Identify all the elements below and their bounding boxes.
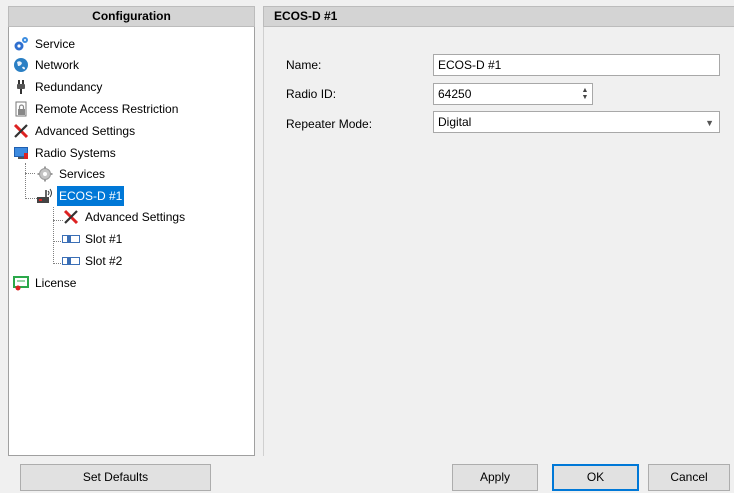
plug-icon [12,78,30,96]
tree-item-label: Advanced Settings [85,210,186,224]
tree-item-label: License [35,276,77,290]
gear-icon [12,35,30,53]
tools-icon [12,122,30,140]
tree-item-label: Services [59,167,106,181]
set-defaults-button[interactable]: Set Defaults [20,464,211,491]
radio-id-label: Radio ID: [286,87,337,101]
monitor-icon [12,144,30,162]
repeater-mode-value: Digital [438,115,472,129]
tree-item-ecos-advanced-settings[interactable]: Advanced Settings [62,207,187,227]
lock-document-icon [12,100,30,118]
tree-item-label: ECOS-D #1 [57,186,125,206]
tree-item-slot-1[interactable]: Slot #1 [62,229,124,249]
name-field[interactable] [433,54,720,76]
tree-item-redundancy[interactable]: Redundancy [12,77,104,97]
globe-icon [12,56,30,74]
tree-item-label: Radio Systems [35,146,116,160]
name-label: Name: [286,58,322,72]
tree-connector [53,207,54,264]
tree-item-label: Redundancy [35,80,103,94]
tree-item-ecos-d-1[interactable]: ECOS-D #1 [36,186,125,206]
tree-item-advanced-settings[interactable]: Advanced Settings [12,121,137,141]
configuration-tree[interactable]: Service Network Redundancy Remote Access… [8,27,255,456]
radio-id-stepper[interactable]: 64250 ▲ ▼ [433,83,593,105]
license-icon [12,274,30,292]
panel-title: ECOS-D #1 [263,6,734,27]
tree-item-label: Remote Access Restriction [35,102,179,116]
repeater-mode-select[interactable]: Digital ▼ [433,111,720,133]
tree-item-label: Slot #1 [85,232,123,246]
tree-item-label: Network [35,58,80,72]
apply-button[interactable]: Apply [452,464,538,491]
configuration-header: Configuration [8,6,255,27]
tree-item-radio-systems[interactable]: Radio Systems [12,143,118,163]
tree-item-service[interactable]: Service [12,34,77,54]
gear-icon [36,165,54,183]
tools-icon [62,208,80,226]
tree-item-label: Advanced Settings [35,124,136,138]
tree-connector [25,173,35,174]
tree-item-network[interactable]: Network [12,55,81,75]
slot-icon [62,230,80,248]
tree-item-license[interactable]: License [12,273,78,293]
ok-button[interactable]: OK [552,464,639,491]
tree-item-label: Service [35,37,76,51]
chevron-down-icon[interactable]: ▼ [705,113,714,133]
tree-item-services[interactable]: Services [36,164,107,184]
tree-connector [25,163,26,199]
cancel-button[interactable]: Cancel [648,464,730,491]
tree-item-label: Slot #2 [85,254,123,268]
radio-id-value: 64250 [438,87,472,101]
tree-item-remote-access-restriction[interactable]: Remote Access Restriction [12,99,180,119]
tree-item-slot-2[interactable]: Slot #2 [62,251,124,271]
slot-icon [62,252,80,270]
repeater-icon [36,187,54,205]
spin-arrows-icon[interactable]: ▲ ▼ [580,86,590,102]
repeater-mode-label: Repeater Mode: [286,117,373,131]
